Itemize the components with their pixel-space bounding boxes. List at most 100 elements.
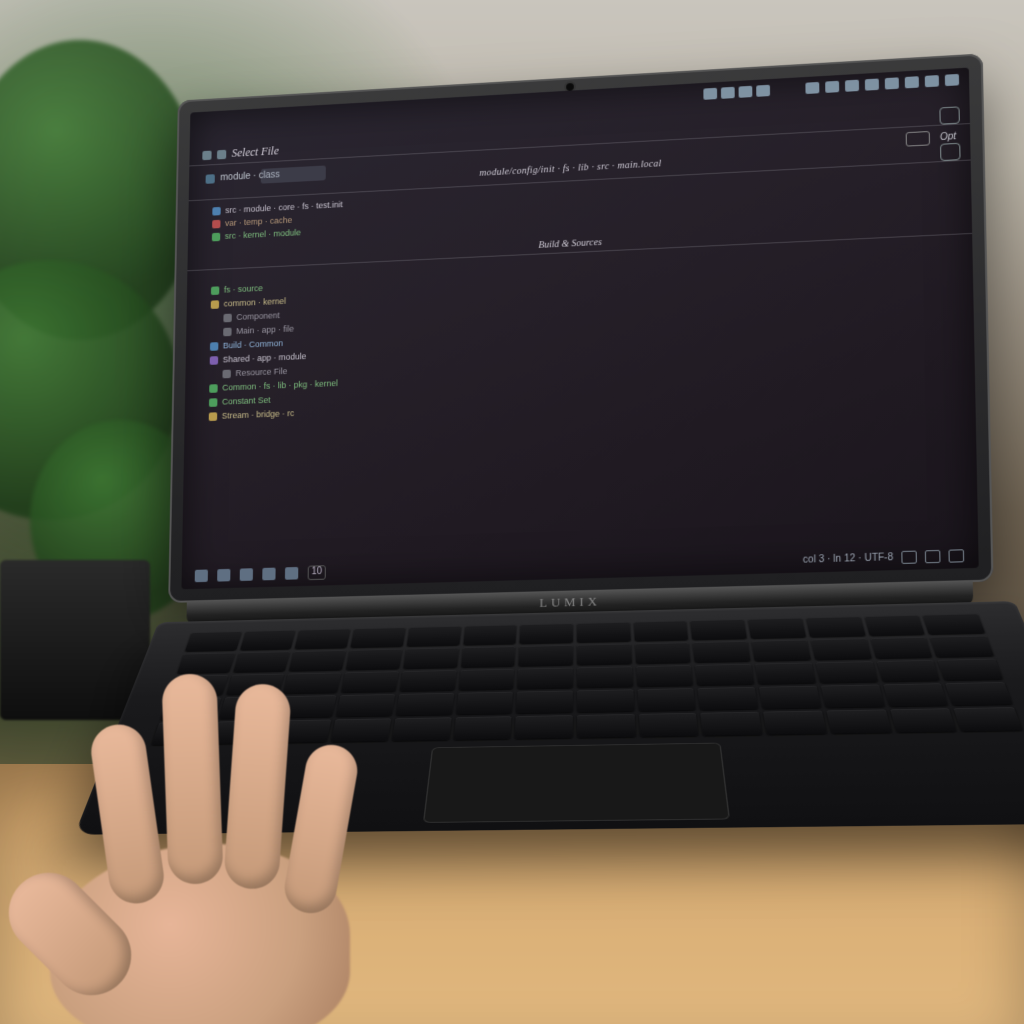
key[interactable] [516, 691, 573, 714]
key[interactable] [336, 694, 395, 717]
key[interactable] [177, 653, 235, 674]
key[interactable] [351, 627, 406, 647]
key[interactable] [639, 713, 699, 737]
key[interactable] [520, 623, 573, 643]
key[interactable] [295, 629, 351, 649]
key[interactable] [456, 692, 513, 715]
key[interactable] [691, 619, 747, 640]
key[interactable] [289, 650, 346, 671]
tree-item[interactable]: Common · fs · lib · pkg · kernel [209, 378, 338, 393]
key[interactable] [331, 719, 391, 742]
key[interactable] [759, 686, 821, 709]
keyboard[interactable] [151, 614, 1022, 745]
key[interactable] [226, 674, 285, 696]
toggle-icon[interactable] [906, 131, 930, 147]
tray-icon[interactable] [905, 76, 919, 88]
tree-item[interactable]: fs · source [211, 280, 339, 295]
key[interactable] [218, 697, 278, 719]
tree-item[interactable]: Resource File [222, 364, 338, 378]
key[interactable] [233, 651, 290, 672]
key[interactable] [816, 661, 878, 683]
settings-icon[interactable] [940, 143, 961, 161]
key[interactable] [695, 664, 754, 686]
tree-item[interactable]: Constant Set [209, 393, 338, 407]
tree-item[interactable]: Component [223, 308, 338, 322]
encoding-icon[interactable] [901, 551, 917, 564]
key[interactable] [635, 642, 691, 663]
back-icon[interactable] [202, 150, 211, 160]
tray-icon[interactable] [865, 78, 879, 90]
taskbar-icon[interactable] [217, 569, 230, 582]
taskbar-icon[interactable] [240, 568, 253, 581]
key[interactable] [283, 672, 341, 694]
tray-icon[interactable] [885, 77, 899, 89]
key[interactable] [407, 626, 461, 646]
tray-icon[interactable] [825, 81, 839, 93]
taskbar-icon[interactable] [195, 569, 208, 582]
tree-item[interactable]: src · kernel · module [212, 226, 343, 242]
key[interactable] [515, 715, 573, 739]
tray-icon[interactable] [721, 87, 735, 99]
key[interactable] [693, 641, 751, 662]
taskbar-icon[interactable] [285, 567, 298, 580]
key[interactable] [271, 720, 332, 743]
key[interactable] [876, 660, 940, 682]
line-ending-icon[interactable] [925, 550, 941, 563]
tree-item[interactable]: Build · Common [210, 336, 339, 351]
key[interactable] [633, 621, 688, 641]
key[interactable] [577, 714, 635, 738]
key[interactable] [453, 716, 512, 740]
key[interactable] [821, 685, 885, 708]
breadcrumb[interactable]: module/config/init · fs · lib · src · ma… [479, 159, 661, 179]
key[interactable] [341, 671, 398, 693]
key[interactable] [461, 646, 516, 667]
key[interactable] [938, 658, 1004, 680]
key[interactable] [763, 711, 827, 735]
tab-action-label[interactable]: Opt [940, 131, 956, 142]
key[interactable] [870, 637, 932, 658]
tray-icon[interactable] [703, 88, 717, 100]
key[interactable] [930, 636, 994, 658]
key[interactable] [752, 640, 811, 661]
key[interactable] [577, 690, 634, 713]
key[interactable] [240, 630, 296, 650]
editor-tab[interactable]: module · class [206, 170, 280, 184]
sync-icon[interactable] [939, 106, 959, 124]
key[interactable] [806, 616, 865, 637]
tray-icon[interactable] [925, 75, 939, 87]
key[interactable] [923, 614, 985, 635]
key[interactable] [946, 682, 1013, 705]
key[interactable] [701, 712, 763, 736]
key[interactable] [577, 644, 632, 665]
key[interactable] [577, 622, 631, 642]
key[interactable] [890, 708, 957, 732]
key[interactable] [160, 698, 221, 720]
tray-icon[interactable] [756, 85, 770, 97]
key[interactable] [826, 710, 891, 734]
key[interactable] [864, 615, 925, 636]
key[interactable] [577, 666, 633, 688]
key[interactable] [811, 638, 872, 659]
tree-item[interactable]: Shared · app · module [210, 350, 339, 365]
key[interactable] [748, 618, 806, 639]
key[interactable] [185, 631, 242, 651]
key[interactable] [463, 625, 517, 645]
key[interactable] [519, 645, 573, 666]
tray-icon[interactable] [805, 82, 819, 94]
key[interactable] [399, 670, 456, 692]
key[interactable] [458, 669, 514, 691]
key[interactable] [403, 648, 459, 669]
key[interactable] [392, 717, 451, 741]
key[interactable] [636, 665, 693, 687]
key[interactable] [169, 675, 228, 697]
trackpad[interactable] [423, 743, 730, 823]
tree-item[interactable]: Stream · bridge · rc [209, 407, 338, 421]
key[interactable] [277, 695, 336, 717]
tray-icon[interactable] [945, 74, 959, 86]
key[interactable] [396, 693, 454, 716]
tray-icon[interactable] [739, 86, 753, 98]
key[interactable] [755, 662, 816, 684]
key[interactable] [698, 687, 758, 710]
tree-item[interactable]: Main · app · file [223, 322, 338, 336]
tray-icon[interactable] [845, 80, 859, 92]
